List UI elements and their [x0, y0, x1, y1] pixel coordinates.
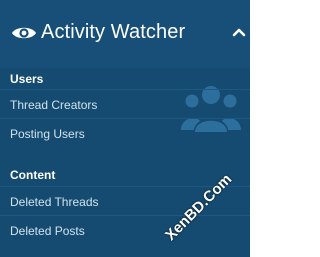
chevron-up-icon[interactable]	[232, 27, 246, 37]
watermark-text: XenBD.Com	[162, 170, 236, 245]
nav-link-thread-creators[interactable]: Thread Creators	[10, 98, 97, 112]
section-heading-content: Content	[10, 168, 56, 182]
panel-header[interactable]: Activity Watcher	[0, 0, 250, 68]
users-group-icon	[181, 86, 241, 132]
divider	[0, 89, 250, 90]
nav-link-deleted-threads[interactable]: Deleted Threads	[10, 195, 99, 209]
section-heading-users: Users	[10, 72, 44, 86]
activity-watcher-panel: Activity Watcher Users Thread Creators P…	[0, 0, 250, 257]
nav-link-deleted-posts[interactable]: Deleted Posts	[10, 224, 85, 238]
panel-title: Activity Watcher	[41, 21, 186, 43]
divider	[0, 215, 250, 216]
nav-link-posting-users[interactable]: Posting Users	[10, 127, 85, 141]
eye-icon	[12, 27, 36, 38]
divider	[0, 118, 250, 119]
